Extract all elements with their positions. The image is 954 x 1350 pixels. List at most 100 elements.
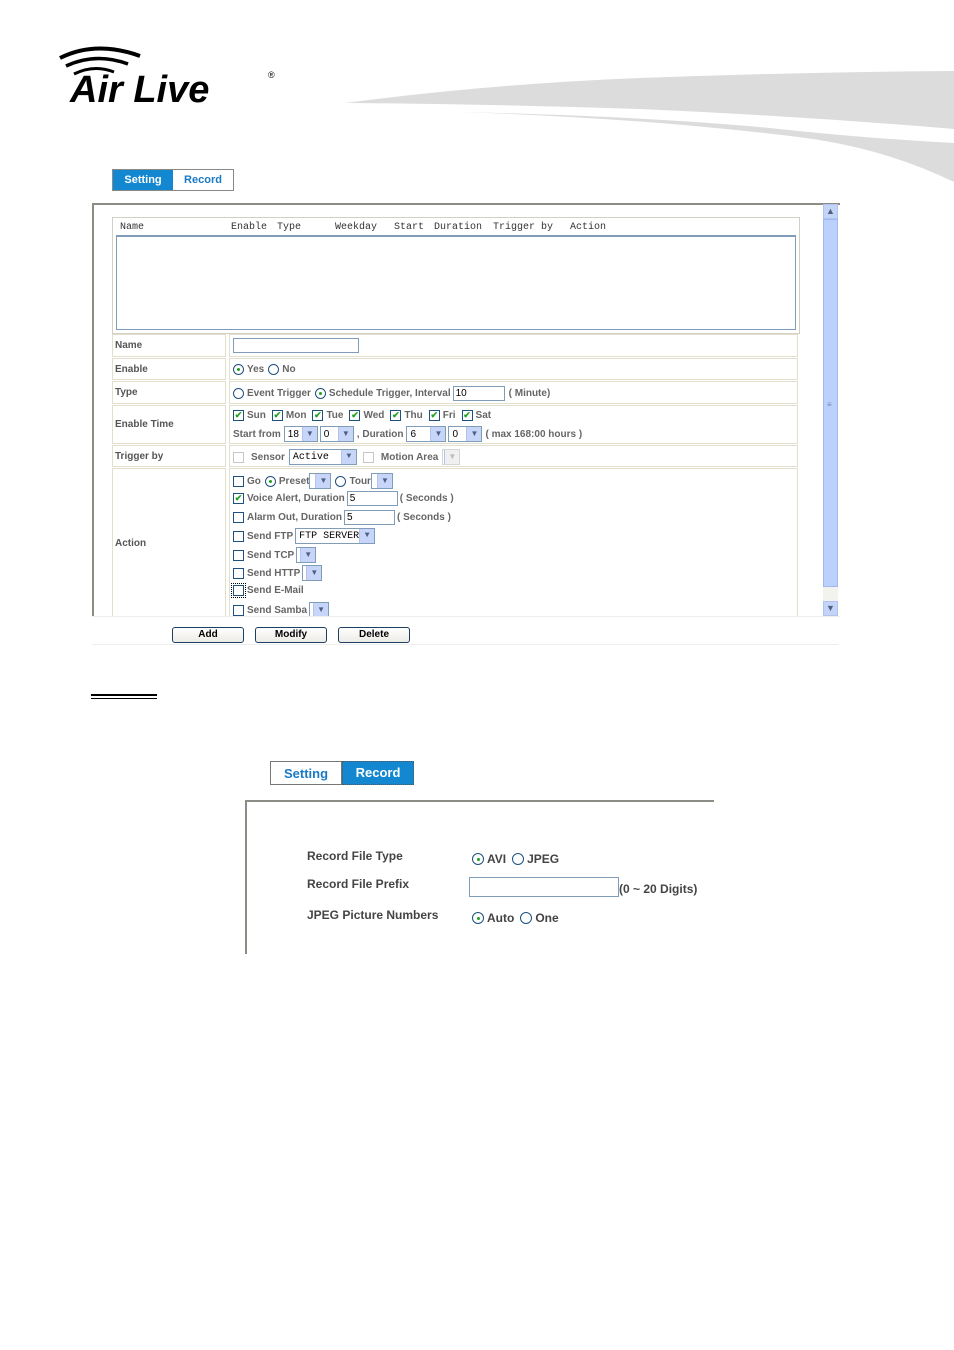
send-email-checkbox[interactable] [231,583,246,598]
thu-checkbox[interactable]: ✔ [390,410,402,421]
tour-select[interactable]: ▼ [370,473,393,489]
sun-checkbox[interactable]: ✔ [233,410,244,421]
delete-button[interactable]: Delete [338,627,410,643]
start-minute-select[interactable]: 0 ▼ [319,426,354,442]
max-duration-note: ( max 168:00 hours ) [485,428,583,440]
weekday-checkboxes: ✔ Sun ✔ Mon ✔ Tue ✔ Wed ✔ Thu ✔ Fri ✔ Sat [233,410,491,421]
row-enable-time: Enable Time ✔ Sun ✔ Mon ✔ Tue ✔ Wed ✔ Thu ✔ Fr… [112,405,798,444]
chevron-down-icon: ▼ [337,427,353,441]
voice-alert-checkbox[interactable]: ✔ [233,493,244,504]
col-action: Action [570,222,607,233]
tab-record[interactable]: Record [342,761,414,785]
interval-unit: ( Minute) [508,388,551,399]
chevron-down-icon: ▼ [444,450,460,464]
wed-checkbox[interactable]: ✔ [349,410,361,421]
http-select[interactable]: ▼ [302,565,323,581]
record-file-type-label: Record File Type [307,849,403,863]
col-weekday: Weekday [335,222,378,233]
sensor-checkbox[interactable] [233,451,244,463]
ftp-server-select[interactable]: FTP SERVER ▼ [295,528,376,544]
voice-alert-label: Voice Alert, Duration [247,493,345,504]
chevron-down-icon: ▼ [466,427,482,441]
record-tab-bar: Setting Record [270,761,414,785]
alarm-duration-input[interactable]: 5 [344,510,396,525]
frame-bottom [92,616,840,626]
label-enable-time: Enable Time [112,405,226,444]
row-trigger-by: Trigger by Sensor Active ▼ Motion Area ▼ [112,445,798,467]
row-action: Action Go Preset ▼ Tour ▼ ✔ Voice Alert,… [112,468,798,618]
logo-text: Air Live [69,69,209,108]
chevron-down-icon: ▼ [359,529,375,543]
registered-mark: ® [268,70,275,80]
airlive-logo: Air Live ® [59,46,275,108]
record-file-prefix-label: Record File Prefix [307,877,410,891]
vertical-scrollbar[interactable]: ▲ ≡ ▼ [823,204,838,616]
interval-input[interactable]: 10 [452,386,505,401]
tab-record[interactable]: Record [173,170,233,190]
col-type: Type [277,222,302,233]
start-hour-select[interactable]: 18 ▼ [283,426,318,442]
schedule-trigger-radio[interactable] [314,388,326,399]
chevron-down-icon: ▼ [430,427,446,441]
enable-no-radio[interactable] [268,364,280,375]
wed-label: Wed [363,410,385,421]
alarm-out-label: Alarm Out, Duration [247,512,343,523]
event-trigger-radio[interactable] [233,388,244,399]
go-checkbox[interactable] [233,475,244,487]
modify-button[interactable]: Modify [255,627,327,643]
schedule-trigger-label: Schedule Trigger, Interval [328,388,451,399]
thu-label: Thu [404,410,423,421]
send-ftp-checkbox[interactable] [233,530,244,542]
label-trigger-by: Trigger by [112,445,226,467]
tue-checkbox[interactable]: ✔ [312,410,324,421]
name-input[interactable] [233,338,359,353]
send-http-checkbox[interactable] [233,567,244,579]
fri-checkbox[interactable]: ✔ [428,410,440,421]
alarm-duration-unit: ( Seconds ) [397,512,451,523]
col-enable: Enable [231,222,268,233]
mon-checkbox[interactable]: ✔ [271,410,283,421]
voice-duration-input[interactable]: 5 [346,491,398,506]
preset-radio[interactable] [264,475,276,487]
double-underline-bottom [91,698,157,699]
tab-setting[interactable]: Setting [270,761,342,785]
col-duration: Duration [434,222,483,233]
preset-label: Preset [278,475,310,487]
mon-label: Mon [285,410,307,421]
enable-yes-radio[interactable] [233,364,244,375]
sun-label: Sun [247,410,266,421]
col-trigger-by: Trigger by [493,222,554,233]
preset-select[interactable]: ▼ [309,473,332,489]
avi-label: AVI [487,852,507,866]
duration-hour-select[interactable]: 6 ▼ [406,426,447,442]
send-samba-checkbox[interactable] [233,604,244,616]
sat-checkbox[interactable]: ✔ [461,410,473,421]
tour-radio[interactable] [335,475,347,487]
auto-radio[interactable] [472,912,484,924]
motion-area-select[interactable]: ▼ [442,449,461,465]
duration-minute-select[interactable]: 0 ▼ [448,426,483,442]
scroll-thumb[interactable]: ≡ [823,219,838,587]
scroll-up-icon[interactable]: ▲ [823,204,838,219]
record-prefix-hint: (0 ~ 20 Digits) [619,882,698,896]
event-list-area[interactable] [116,236,796,330]
col-start: Start [394,222,425,233]
tab-setting[interactable]: Setting [113,170,173,190]
jpeg-picture-numbers-options: Auto One [472,911,559,925]
send-tcp-checkbox[interactable] [233,549,244,561]
sensor-select[interactable]: Active ▼ [288,449,357,465]
avi-radio[interactable] [472,853,484,865]
motion-area-label: Motion Area [380,451,439,463]
auto-label: Auto [487,911,515,925]
sat-label: Sat [475,410,492,421]
alarm-out-checkbox[interactable] [233,512,244,523]
motion-area-checkbox[interactable] [362,451,374,463]
jpeg-radio[interactable] [512,853,525,865]
add-button[interactable]: Add [172,627,244,643]
record-prefix-input[interactable] [469,877,619,897]
one-radio[interactable] [520,912,533,924]
scroll-down-icon[interactable]: ▼ [823,601,838,616]
chevron-down-icon: ▼ [340,450,356,464]
tcp-select[interactable]: ▼ [296,547,317,563]
duration-label: , Duration [356,428,404,440]
